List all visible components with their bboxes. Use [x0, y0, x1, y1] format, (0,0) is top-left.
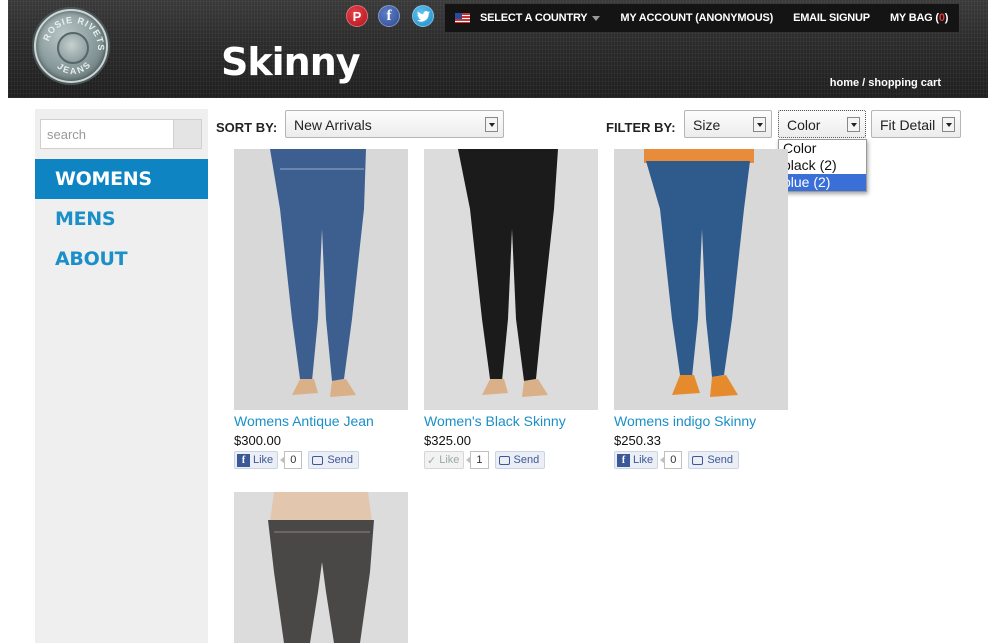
facebook-like-button[interactable]: f Like [614, 451, 659, 469]
color-dropdown-list: Color black (2) blue (2) [778, 139, 867, 192]
us-flag-icon [455, 13, 470, 23]
product-image[interactable] [234, 492, 408, 643]
fit-detail-select-value: Fit Detail [880, 117, 936, 133]
jeans-image [234, 492, 408, 643]
social-actions: f Like 0 Send [614, 451, 740, 469]
product-name-link[interactable]: Womens Antique Jean [234, 413, 374, 429]
breadcrumb-current[interactable]: shopping cart [868, 77, 941, 89]
facebook-like-button[interactable]: f Like [234, 451, 279, 469]
page-title: Skinny [221, 40, 361, 84]
facebook-icon: f [237, 453, 250, 467]
product-image[interactable] [234, 149, 408, 410]
email-signup-link[interactable]: EMAIL SIGNUP [793, 12, 870, 24]
product-price: $325.00 [424, 433, 471, 448]
my-account-link[interactable]: MY ACCOUNT (ANONYMOUS) [620, 12, 773, 24]
facebook-icon[interactable]: f [378, 5, 400, 27]
sidebar: WOMENS MENS ABOUT [35, 109, 208, 643]
color-select-value: Color [787, 117, 821, 133]
pinterest-icon[interactable]: P [346, 5, 368, 27]
nav-item-about[interactable]: ABOUT [35, 239, 208, 279]
breadcrumb-separator: / [859, 77, 869, 89]
color-option[interactable]: black (2) [779, 157, 866, 174]
product-name-link[interactable]: Womens indigo Skinny [614, 413, 756, 429]
sort-select-value: New Arrivals [294, 117, 372, 133]
facebook-send-button[interactable]: Send [308, 451, 360, 469]
logo-rivet [57, 32, 89, 64]
nav-item-mens[interactable]: MENS [35, 199, 208, 239]
twitter-bird-icon [416, 10, 430, 22]
chevron-down-icon [592, 15, 601, 21]
twitter-icon[interactable] [412, 5, 434, 27]
top-utility-bar: SELECT A COUNTRY MY ACCOUNT (ANONYMOUS) … [445, 4, 959, 32]
like-count: 0 [280, 451, 303, 469]
size-filter-select[interactable]: Size [684, 110, 772, 138]
speech-bubble-icon [312, 455, 324, 465]
product-price: $250.33 [614, 433, 661, 448]
site-header: ROSIE RIVETS JEANS P f SELECT A COUNTRY … [8, 0, 988, 98]
like-count: 0 [660, 451, 683, 469]
size-select-value: Size [693, 117, 721, 133]
chevron-down-icon [485, 117, 498, 132]
checkmark-icon: ✓ [427, 454, 437, 467]
my-bag-link[interactable]: MY BAG (0) [890, 12, 949, 24]
product-price: $300.00 [234, 433, 281, 448]
speech-bubble-icon [692, 455, 704, 465]
filter-by-label: FILTER BY: [606, 120, 676, 135]
product-image[interactable] [424, 149, 598, 410]
color-filter-select[interactable]: Color [778, 110, 866, 138]
color-option[interactable]: Color [779, 140, 866, 157]
select-country-link[interactable]: SELECT A COUNTRY [480, 12, 601, 24]
product-name-link[interactable]: Women's Black Skinny [424, 413, 566, 429]
fit-detail-filter-select[interactable]: Fit Detail [871, 110, 961, 138]
brand-logo[interactable]: ROSIE RIVETS JEANS [34, 9, 108, 83]
product-image[interactable] [614, 149, 788, 410]
social-actions: f Like 0 Send [234, 451, 360, 469]
facebook-send-button[interactable]: Send [688, 451, 740, 469]
breadcrumb-home-link[interactable]: home [830, 77, 859, 89]
category-nav: WOMENS MENS ABOUT [35, 159, 208, 279]
sort-by-label: SORT BY: [216, 120, 278, 135]
jeans-image [234, 149, 408, 410]
search-input[interactable] [41, 120, 174, 148]
speech-bubble-icon [498, 455, 510, 465]
facebook-icon: f [617, 453, 630, 467]
nav-item-womens[interactable]: WOMENS [35, 159, 208, 199]
color-option-selected[interactable]: blue (2) [779, 174, 866, 191]
sort-select[interactable]: New Arrivals [285, 110, 504, 138]
facebook-send-button[interactable]: Send [494, 451, 546, 469]
jeans-image [614, 149, 788, 410]
search-box [40, 119, 202, 149]
breadcrumb: home / shopping cart [830, 77, 941, 89]
chevron-down-icon [847, 117, 860, 132]
like-count: 1 [466, 451, 489, 469]
social-actions: ✓ Like 1 Send [424, 451, 546, 469]
search-button[interactable] [173, 120, 201, 148]
jeans-image [424, 149, 598, 410]
chevron-down-icon [753, 117, 766, 132]
chevron-down-icon [942, 117, 955, 132]
facebook-like-button[interactable]: ✓ Like [424, 451, 465, 469]
